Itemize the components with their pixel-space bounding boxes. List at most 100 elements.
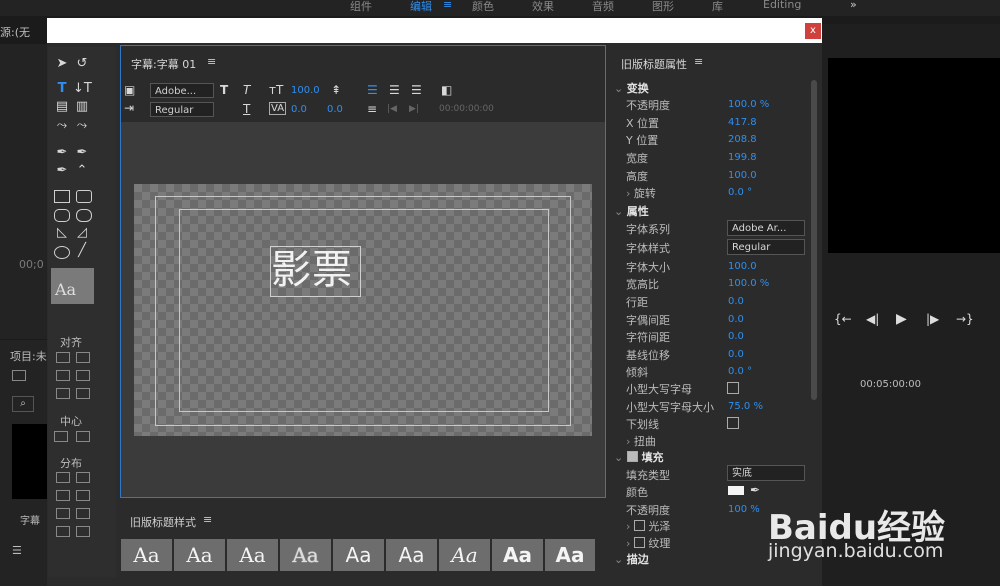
leading-prop-value[interactable]: 0.0 (728, 296, 744, 307)
align-top-icon[interactable] (56, 370, 70, 381)
mark-in-icon[interactable]: {← (834, 312, 852, 326)
transform-section[interactable]: ⌄ 变换 (614, 80, 649, 96)
dialog-titlebar[interactable] (47, 18, 822, 43)
attributes-section[interactable]: ⌄ 属性 (614, 203, 649, 219)
background-video-icon[interactable]: ▣ (124, 83, 135, 97)
texture-checkbox[interactable] (633, 537, 645, 548)
kerning-prop-value[interactable]: 0.0 (728, 314, 744, 325)
tab-effects[interactable]: 效果 (532, 0, 554, 14)
tab-audio[interactable]: 音频 (592, 0, 614, 14)
italic-icon[interactable]: T (243, 83, 250, 97)
center-horizontal-icon[interactable] (54, 431, 68, 442)
distribute-left-icon[interactable] (56, 472, 70, 483)
close-button[interactable]: x (805, 23, 821, 39)
search-icon[interactable]: ⌕ (12, 396, 34, 412)
fill-section[interactable]: ⌄ 填充 (614, 449, 664, 465)
tab-color[interactable]: 颜色 (472, 0, 494, 14)
rotation-tool-icon[interactable]: ↺ (73, 56, 91, 72)
width-value[interactable]: 199.8 (728, 152, 757, 163)
caption-thumbnail[interactable] (12, 424, 48, 499)
background-timecode[interactable]: 00:00:00:00 (439, 104, 494, 114)
ellipse-tool-icon[interactable] (54, 246, 70, 259)
sheen-checkbox[interactable] (633, 520, 645, 531)
leading-value[interactable]: 0.0 (327, 104, 343, 115)
step-back-icon[interactable]: ◀| (866, 312, 879, 326)
line-tool-icon[interactable]: ╱ (73, 243, 91, 259)
play-icon[interactable]: ▶ (896, 311, 907, 327)
style-swatch[interactable]: Aa (386, 539, 437, 571)
align-center-text-icon[interactable]: ☰ (389, 83, 400, 97)
delete-anchor-tool-icon[interactable]: ✒ (73, 145, 91, 161)
align-left-icon[interactable] (56, 352, 70, 363)
properties-scrollbar[interactable] (811, 80, 817, 400)
workspace-menu-icon[interactable]: ≡ (443, 0, 452, 11)
show-background-icon[interactable]: ◧ (441, 83, 452, 97)
sheen-row[interactable]: › 光泽 (626, 518, 670, 534)
texture-row[interactable]: › 纹理 (626, 535, 670, 551)
arc-tool-icon[interactable]: ◿ (73, 225, 91, 241)
area-type-tool-icon[interactable]: ▤ (53, 99, 71, 115)
rotation-row[interactable]: › 旋转 (626, 185, 656, 201)
tab-editing-custom[interactable]: Editing (763, 0, 801, 11)
rectangle-tool-icon[interactable] (54, 190, 70, 203)
font-style-select[interactable]: Regular (150, 102, 214, 117)
style-swatch[interactable]: Aa (545, 539, 595, 571)
slant-value[interactable]: 0.0 ° (728, 366, 752, 377)
height-value[interactable]: 100.0 (728, 170, 757, 181)
overflow-chevron-icon[interactable]: » (850, 0, 857, 11)
vertical-path-type-tool-icon[interactable]: ⤳ (73, 118, 91, 134)
tab-assembly[interactable]: 组件 (350, 0, 372, 14)
style-swatch[interactable]: Aa (174, 539, 225, 571)
distribute-right-icon[interactable] (76, 472, 90, 483)
font-style-dropdown[interactable]: Regular (727, 239, 805, 255)
editor-title[interactable]: 字幕:字幕 01 (131, 56, 196, 72)
baseline-shift-value[interactable]: 0.0 (728, 349, 744, 360)
vertical-type-tool-icon[interactable]: ↓T (73, 81, 92, 97)
stroke-section[interactable]: ⌄ 描边 (614, 551, 649, 567)
tracking-value[interactable]: 0.0 (728, 331, 744, 342)
align-center-icon[interactable] (56, 388, 70, 399)
align-right-text-icon[interactable]: ☰ (411, 83, 422, 97)
selection-tool-icon[interactable]: ➤ (53, 56, 71, 72)
source-panel-label[interactable]: 源:(无 (0, 24, 48, 44)
list-view-icon[interactable]: ☰ (12, 544, 22, 557)
step-forward-icon[interactable]: |▶ (926, 312, 939, 326)
align-middle-icon[interactable] (76, 388, 90, 399)
align-right-icon[interactable] (76, 352, 90, 363)
clipped-corner-tool-icon[interactable] (54, 209, 70, 222)
style-swatch[interactable]: Aa (439, 539, 490, 571)
distort-row[interactable]: › 扭曲 (626, 433, 656, 449)
pen-tool-icon[interactable]: ✒ (53, 145, 71, 161)
distribute-space-v-icon[interactable] (76, 526, 90, 537)
editor-menu-icon[interactable]: ≡ (207, 55, 216, 68)
distribute-middle-icon[interactable] (76, 508, 90, 519)
style-swatch[interactable]: Aa (121, 539, 172, 571)
y-position-value[interactable]: 208.8 (728, 134, 757, 145)
style-swatch[interactable]: Aa (333, 539, 384, 571)
fill-opacity-value[interactable]: 100 % (728, 504, 760, 515)
underline-checkbox[interactable] (727, 417, 739, 429)
font-size-prop-value[interactable]: 100.0 (728, 261, 757, 272)
project-label[interactable]: 项目:未 (10, 348, 47, 364)
title-text-object[interactable]: 影票 (270, 246, 361, 297)
rounded-corner-tool-icon[interactable] (76, 209, 92, 222)
tab-editing[interactable]: 编辑 (410, 0, 432, 14)
x-position-value[interactable]: 417.8 (728, 117, 757, 128)
fill-checkbox[interactable] (626, 451, 638, 462)
wedge-tool-icon[interactable]: ◺ (53, 225, 71, 241)
underline-icon[interactable]: T (243, 102, 250, 116)
font-family-select[interactable]: Adobe... (150, 83, 214, 98)
fill-color-swatch[interactable] (728, 486, 744, 495)
styles-menu-icon[interactable]: ≡ (203, 513, 212, 526)
style-swatch[interactable]: Aa (280, 539, 331, 571)
distribute-bottom-icon[interactable] (76, 490, 90, 501)
aspect-value[interactable]: 100.0 % (728, 278, 769, 289)
align-bottom-icon[interactable] (76, 370, 90, 381)
distribute-space-h-icon[interactable] (56, 526, 70, 537)
rotation-value[interactable]: 0.0 ° (728, 187, 752, 198)
tab-libraries[interactable]: 库 (712, 0, 723, 14)
eyedropper-icon[interactable]: ✒ (750, 483, 760, 497)
distribute-top-icon[interactable] (56, 490, 70, 501)
small-caps-checkbox[interactable] (727, 382, 739, 394)
font-size-value[interactable]: 100.0 (291, 85, 320, 96)
